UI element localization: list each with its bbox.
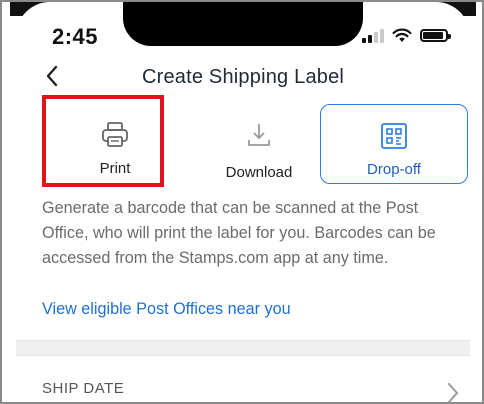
cellular-signal-icon bbox=[362, 28, 384, 43]
section-divider bbox=[16, 340, 470, 356]
download-icon bbox=[248, 124, 270, 146]
download-label: Download bbox=[225, 164, 293, 181]
print-highlight-box bbox=[42, 95, 164, 187]
dropoff-option[interactable]: Drop-off bbox=[320, 104, 468, 184]
status-icons bbox=[362, 28, 451, 43]
battery-icon bbox=[420, 29, 451, 42]
barcode-icon bbox=[381, 123, 407, 149]
chevron-right-icon[interactable] bbox=[446, 382, 460, 404]
status-time: 2:45 bbox=[52, 24, 99, 49]
phone-screen: 2:45 Create Shipping Label Print Downloa… bbox=[16, 2, 470, 404]
page-title: Create Shipping Label bbox=[141, 66, 345, 88]
wifi-icon bbox=[392, 28, 412, 42]
screenshot-frame: 2:45 Create Shipping Label Print Downloa… bbox=[0, 0, 484, 404]
download-option[interactable]: Download bbox=[186, 104, 332, 184]
ship-date-label: SHIP DATE bbox=[42, 380, 125, 397]
dropoff-label: Drop-off bbox=[367, 161, 421, 178]
dropoff-description: Generate a barcode that can be scanned a… bbox=[42, 199, 436, 267]
phone-notch bbox=[123, 2, 363, 46]
eligible-post-offices-link[interactable]: View eligible Post Offices near you bbox=[42, 300, 291, 319]
